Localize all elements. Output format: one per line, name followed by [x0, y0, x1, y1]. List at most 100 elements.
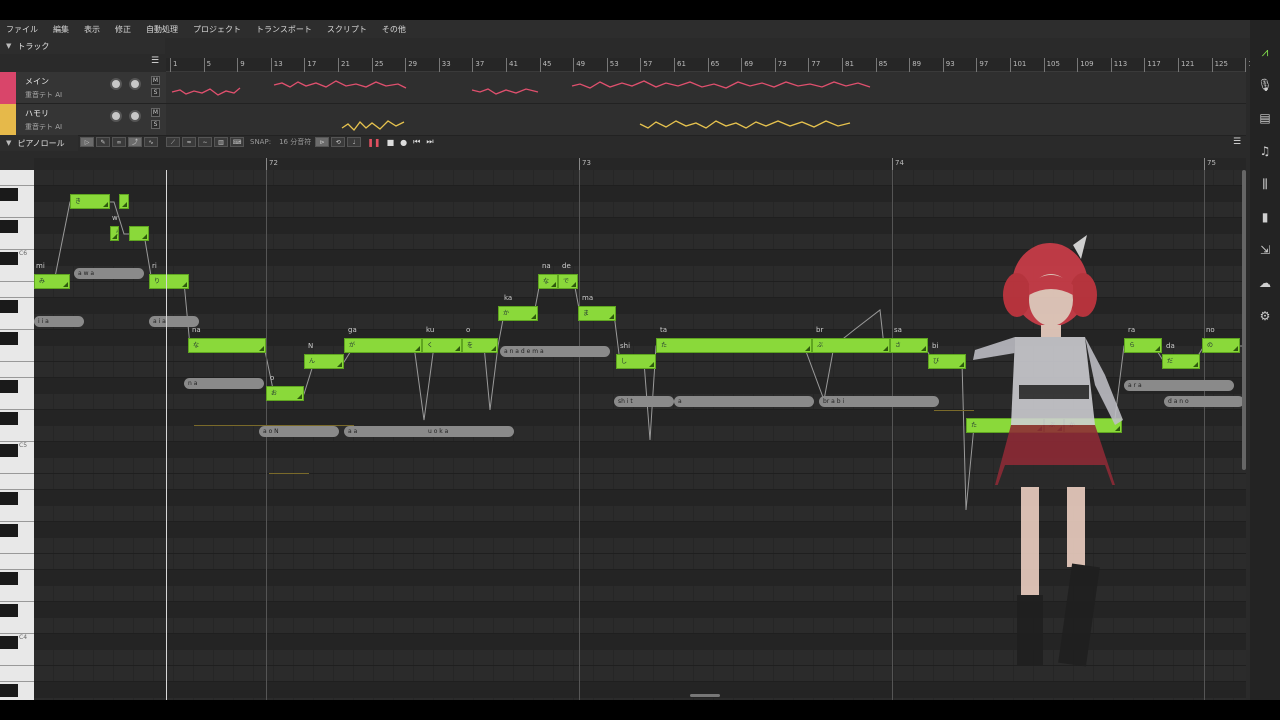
- menu-item[interactable]: プロジェクト: [193, 24, 241, 35]
- note[interactable]: た: [656, 338, 812, 353]
- note[interactable]: う: [110, 226, 119, 241]
- white-key[interactable]: [0, 282, 34, 298]
- black-key[interactable]: [0, 300, 18, 313]
- snap-value[interactable]: 16 分音符: [279, 137, 311, 147]
- black-key[interactable]: [0, 684, 18, 697]
- phoneme-block[interactable]: u o k a: [424, 426, 514, 437]
- white-key[interactable]: [0, 202, 34, 218]
- black-key[interactable]: [0, 572, 18, 585]
- note[interactable]: り: [149, 274, 189, 289]
- white-key[interactable]: [0, 234, 34, 250]
- black-key[interactable]: [0, 636, 18, 649]
- playhead[interactable]: [166, 170, 167, 700]
- black-key[interactable]: [0, 444, 18, 457]
- note[interactable]: [129, 226, 149, 241]
- pianoroll-section-header[interactable]: ▼ ピアノロール: [0, 135, 78, 151]
- piano-keyboard[interactable]: C6 C5 C4: [0, 170, 34, 700]
- pause-icon[interactable]: ❚❚: [367, 138, 380, 147]
- curve-tool-icon[interactable]: ∿: [144, 137, 158, 147]
- phoneme-block[interactable]: n a: [184, 378, 264, 389]
- note[interactable]: き: [70, 194, 110, 209]
- white-key[interactable]: [0, 666, 34, 682]
- track-harmony[interactable]: ハモリ 重音テト AI M S: [0, 104, 166, 136]
- white-key[interactable]: [0, 586, 34, 602]
- white-key[interactable]: [0, 266, 34, 282]
- menu-item[interactable]: スクリプト: [327, 24, 367, 35]
- black-key[interactable]: [0, 380, 18, 393]
- param-vibrato-icon[interactable]: ∼: [198, 137, 212, 147]
- menu-item[interactable]: 自動処理: [146, 24, 178, 35]
- note[interactable]: な: [538, 274, 558, 289]
- metronome-icon[interactable]: ♩: [347, 137, 362, 147]
- white-key[interactable]: [0, 170, 34, 186]
- mute-button[interactable]: M: [151, 76, 160, 85]
- volume-knob[interactable]: [110, 78, 122, 90]
- note[interactable]: み: [34, 274, 70, 289]
- record-icon[interactable]: ●: [400, 138, 407, 147]
- pianoroll-ruler[interactable]: 72 73 74 75: [34, 158, 1246, 170]
- loop-icon[interactable]: ⟲: [331, 137, 346, 147]
- keyboard-icon[interactable]: ⌨: [230, 137, 244, 147]
- menu-item[interactable]: 編集: [53, 24, 69, 35]
- phoneme-block[interactable]: a: [674, 396, 814, 407]
- note[interactable]: さ: [890, 338, 928, 353]
- phoneme-block[interactable]: i i a: [34, 316, 84, 327]
- link-tool-icon[interactable]: ∞: [112, 137, 126, 147]
- menu-item[interactable]: ファイル: [6, 24, 38, 35]
- white-key[interactable]: [0, 650, 34, 666]
- note[interactable]: を: [462, 338, 498, 353]
- select-tool-icon[interactable]: ▷: [80, 137, 94, 147]
- menu-item[interactable]: トランスポート: [256, 24, 312, 35]
- note[interactable]: お: [266, 386, 304, 401]
- film-icon[interactable]: ▤: [1255, 108, 1275, 128]
- note[interactable]: か: [498, 306, 538, 321]
- horizontal-scrollbar[interactable]: [690, 694, 720, 697]
- black-key[interactable]: [0, 188, 18, 201]
- white-key[interactable]: [0, 554, 34, 570]
- note[interactable]: し: [616, 354, 656, 369]
- mute-button[interactable]: M: [151, 108, 160, 117]
- black-key[interactable]: [0, 412, 18, 425]
- menu-item[interactable]: その他: [382, 24, 406, 35]
- music-note-icon[interactable]: ♫: [1255, 141, 1275, 161]
- vertical-scrollbar[interactable]: [1242, 170, 1246, 470]
- note[interactable]: ん: [304, 354, 344, 369]
- microphone-icon[interactable]: 🎙: [1255, 75, 1275, 95]
- pen-tool-icon[interactable]: ✎: [96, 137, 110, 147]
- black-key[interactable]: [0, 220, 18, 233]
- volume-knob[interactable]: [110, 110, 122, 122]
- white-key[interactable]: [0, 362, 34, 378]
- param-wave-icon[interactable]: ≈: [182, 137, 196, 147]
- solo-button[interactable]: S: [151, 88, 160, 97]
- forward-icon[interactable]: ⏭: [426, 137, 433, 147]
- tracks-section-header[interactable]: ▼ トラック: [0, 38, 165, 54]
- export-icon[interactable]: ⇲: [1255, 240, 1275, 260]
- black-key[interactable]: [0, 492, 18, 505]
- note[interactable]: だ: [1162, 354, 1200, 369]
- logo-icon[interactable]: ⩘: [1255, 42, 1275, 62]
- phoneme-block[interactable]: sh i t: [614, 396, 674, 407]
- menu-item[interactable]: 修正: [115, 24, 131, 35]
- note[interactable]: の: [1202, 338, 1240, 353]
- phoneme-block[interactable]: d a n o: [1164, 396, 1244, 407]
- note[interactable]: ま: [578, 306, 616, 321]
- white-key[interactable]: [0, 314, 34, 330]
- pan-knob[interactable]: [129, 110, 141, 122]
- black-key[interactable]: [0, 252, 18, 265]
- note[interactable]: な: [188, 338, 266, 353]
- menu-item[interactable]: 表示: [84, 24, 100, 35]
- phoneme-block[interactable]: a n a d e m a: [500, 346, 610, 357]
- solo-button[interactable]: S: [151, 120, 160, 129]
- pitch-tool-icon[interactable]: ⤴: [128, 137, 142, 147]
- track-lane-harmony[interactable]: [166, 104, 1246, 136]
- white-key[interactable]: [0, 426, 34, 442]
- black-key[interactable]: [0, 524, 18, 537]
- black-key[interactable]: [0, 332, 18, 345]
- white-key[interactable]: [0, 346, 34, 362]
- note[interactable]: く: [422, 338, 462, 353]
- track-main[interactable]: メイン 重音テト AI M S: [0, 72, 166, 104]
- white-key[interactable]: [0, 618, 34, 634]
- white-key[interactable]: [0, 458, 34, 474]
- book-icon[interactable]: ▮: [1255, 207, 1275, 227]
- phoneme-block[interactable]: br a b i: [819, 396, 939, 407]
